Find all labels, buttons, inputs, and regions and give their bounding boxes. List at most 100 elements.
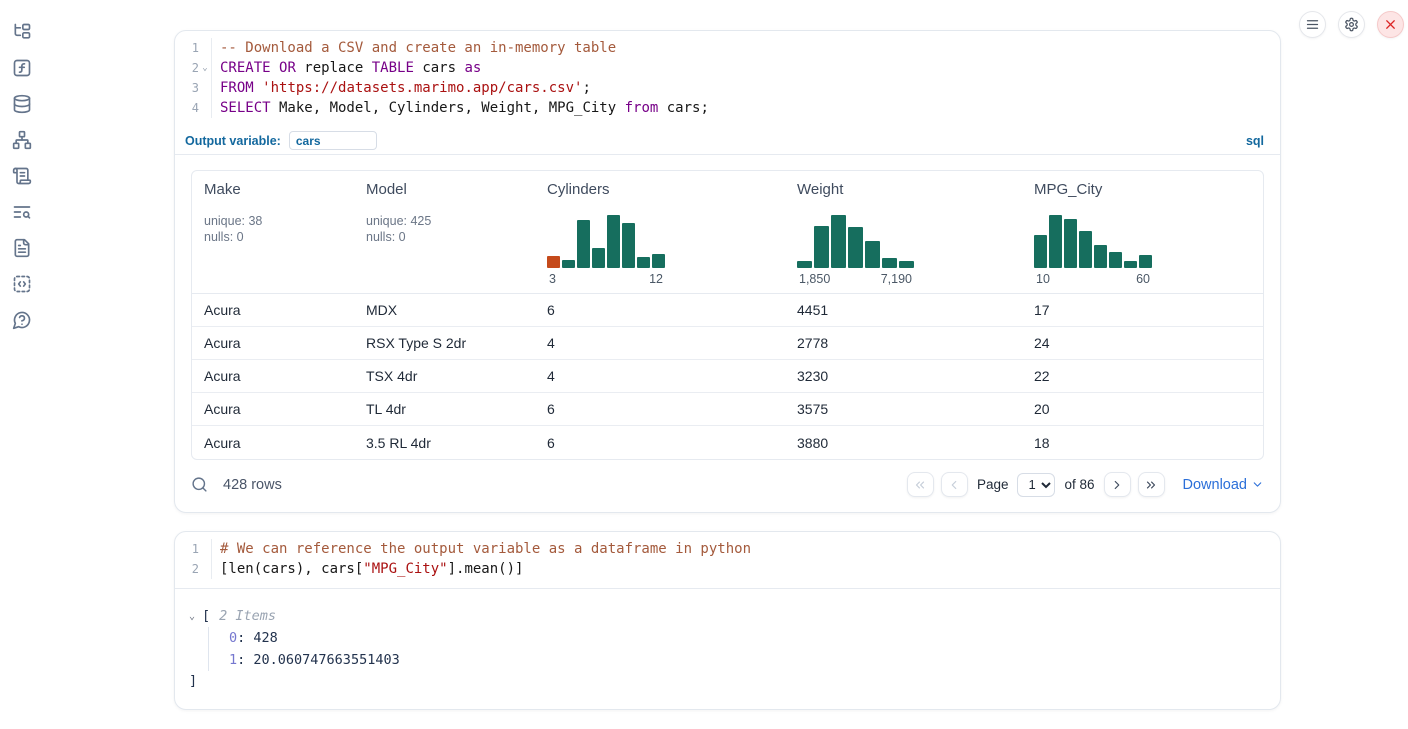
sidebar-item-data-sources[interactable]: [12, 94, 32, 114]
histogram-weight: 1,8507,190: [797, 215, 914, 286]
list-item: 1: 20.060747663551403: [229, 649, 1264, 671]
histogram-bar: [547, 256, 560, 268]
sidebar-item-dependencies[interactable]: [12, 130, 32, 150]
histogram-bar: [865, 241, 880, 268]
notebook: 1 -- Download a CSV and create an in-memo…: [174, 30, 1281, 710]
table-cell: RSX Type S 2dr: [354, 335, 535, 351]
collapse-chevron-icon[interactable]: ⌄: [189, 611, 202, 622]
bracket-open: [: [202, 608, 210, 624]
sql-code-editor[interactable]: 1-- Download a CSV and create an in-memo…: [175, 31, 1280, 123]
code-text: SELECT Make, Model, Cylinders, Weight, M…: [211, 98, 1280, 118]
code-line: 2⌄CREATE OR replace TABLE cars as: [175, 58, 1280, 78]
chevron-down-icon: [1251, 478, 1264, 491]
chevron-right-icon: [1110, 478, 1124, 492]
first-page-button[interactable]: [907, 472, 934, 497]
file-text-icon: [12, 238, 32, 258]
table-cell: 20: [1022, 401, 1263, 417]
table-cell: 4: [535, 335, 785, 351]
topbar-actions: [1299, 11, 1404, 38]
histogram-bar: [637, 257, 650, 268]
table-row[interactable]: AcuraMDX6445117: [192, 294, 1263, 327]
page-select[interactable]: 1: [1017, 473, 1055, 497]
shutdown-button[interactable]: [1377, 11, 1404, 38]
histogram-bar: [1139, 255, 1152, 268]
histogram-bar: [797, 261, 812, 268]
table-cell: 4451: [785, 302, 1022, 318]
fold-arrow-icon[interactable]: ⌄: [199, 63, 211, 73]
table-row[interactable]: AcuraRSX Type S 2dr4277824: [192, 327, 1263, 360]
sidebar-item-help[interactable]: [12, 310, 32, 330]
item-index: 0: [229, 630, 237, 646]
last-page-button[interactable]: [1138, 472, 1165, 497]
sidebar-item-tracebacks[interactable]: [12, 202, 32, 222]
scroll-text-icon: [12, 166, 32, 186]
function-square-icon: [12, 58, 32, 78]
code-line: 1# We can reference the output variable …: [175, 539, 1280, 559]
sidebar-item-variables[interactable]: [12, 58, 32, 78]
line-number: 2: [175, 562, 199, 576]
message-question-icon: [12, 310, 32, 330]
text-search-icon: [12, 202, 32, 222]
page-total-label: of 86: [1064, 477, 1094, 492]
histogram-mpg_city: 1060: [1034, 215, 1152, 286]
data-table: Makeunique: 38nulls: 0Modelunique: 425nu…: [191, 170, 1264, 460]
sidebar: [0, 0, 44, 330]
search-icon: [191, 476, 209, 493]
line-number: 4: [175, 101, 199, 115]
sidebar-item-snippets[interactable]: [12, 274, 32, 294]
code-line: 2[len(cars), cars["MPG_City"].mean()]: [175, 559, 1280, 579]
menu-icon: [1305, 17, 1320, 32]
next-page-button[interactable]: [1104, 472, 1131, 497]
table-cell: 22: [1022, 368, 1263, 384]
output-variable-input[interactable]: [289, 131, 377, 150]
download-label: Download: [1183, 477, 1248, 493]
language-badge: sql: [1246, 134, 1264, 148]
output-variable-label: Output variable:: [185, 134, 281, 148]
table-cell: 6: [535, 302, 785, 318]
column-header-mpg_city[interactable]: MPG_City 1060: [1022, 171, 1263, 293]
column-header-model[interactable]: Modelunique: 425nulls: 0: [354, 171, 535, 293]
histogram-bar: [562, 260, 575, 268]
histogram-bar: [1049, 215, 1062, 268]
table-cell: 4: [535, 368, 785, 384]
file-tree-icon: [12, 22, 32, 42]
code-snippet-icon: [12, 274, 32, 294]
download-button[interactable]: Download: [1183, 477, 1265, 493]
prev-page-button[interactable]: [941, 472, 968, 497]
menu-button[interactable]: [1299, 11, 1326, 38]
bracket-close: ]: [189, 671, 1264, 691]
column-header-cylinders[interactable]: Cylinders312: [535, 171, 785, 293]
item-value: 428: [253, 630, 277, 646]
sidebar-item-documentation[interactable]: [12, 238, 32, 258]
column-header-weight[interactable]: Weight1,8507,190: [785, 171, 1022, 293]
histogram-bar: [652, 254, 665, 268]
sidebar-item-file-explorer[interactable]: [12, 22, 32, 42]
column-title: MPG_City: [1034, 181, 1102, 198]
table-cell: 3.5 RL 4dr: [354, 435, 535, 451]
item-index: 1: [229, 652, 237, 668]
histogram-bar: [607, 215, 620, 268]
code-text: CREATE OR replace TABLE cars as: [211, 58, 1280, 78]
python-cell: 1 # We can reference the output variable …: [174, 531, 1281, 710]
sidebar-item-logs[interactable]: [12, 166, 32, 186]
code-line: 1-- Download a CSV and create an in-memo…: [175, 38, 1280, 58]
python-code-editor[interactable]: 1# We can reference the output variable …: [175, 532, 1280, 589]
column-header-make[interactable]: Makeunique: 38nulls: 0: [192, 171, 354, 293]
table-cell: TL 4dr: [354, 401, 535, 417]
line-number: 3: [175, 81, 199, 95]
table-row[interactable]: AcuraTSX 4dr4323022: [192, 360, 1263, 393]
settings-button[interactable]: [1338, 11, 1365, 38]
histogram-axis-labels: 312: [547, 272, 665, 286]
table-cell: 6: [535, 435, 785, 451]
table-cell: 17: [1022, 302, 1263, 318]
table-row[interactable]: Acura3.5 RL 4dr6388018: [192, 426, 1263, 459]
column-title: Model: [366, 181, 407, 198]
histogram-cylinders: 312: [547, 215, 665, 286]
search-button[interactable]: [191, 476, 209, 494]
code-text: FROM 'https://datasets.marimo.app/cars.c…: [211, 78, 1280, 98]
network-icon: [12, 130, 32, 150]
code-text: -- Download a CSV and create an in-memor…: [211, 38, 1280, 58]
close-x-icon: [1383, 17, 1398, 32]
table-row[interactable]: AcuraTL 4dr6357520: [192, 393, 1263, 426]
code-text: # We can reference the output variable a…: [211, 539, 1280, 559]
